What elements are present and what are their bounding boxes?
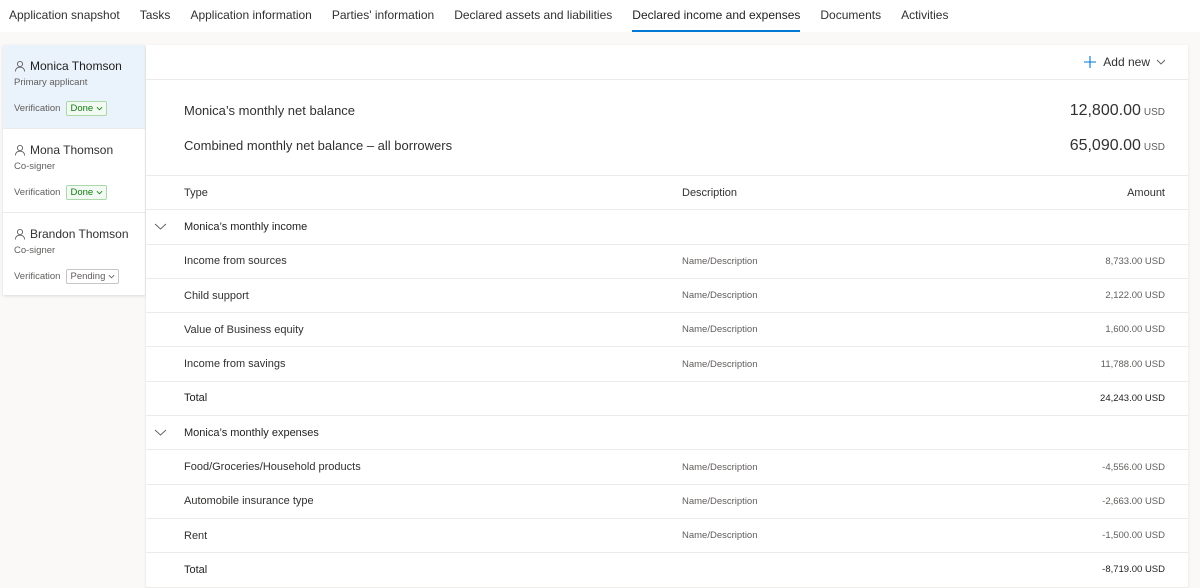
row-description: Name/Description <box>682 290 758 302</box>
row-description: Name/Description <box>682 495 758 507</box>
party-card-monica[interactable]: Monica Thomson Primary applicant Verific… <box>3 45 145 129</box>
column-header-type[interactable]: Type <box>184 187 208 199</box>
party-name: Mona Thomson <box>30 143 114 157</box>
person-icon <box>15 228 25 240</box>
tab-application-information[interactable]: Application information <box>190 0 311 32</box>
table-row[interactable]: Income from savings Name/Description 11,… <box>146 347 1188 382</box>
verification-label: Verification <box>14 187 61 198</box>
total-row-income: Total 24,243.00 USD <box>146 382 1188 417</box>
group-title: Monica’s monthly expenses <box>184 426 319 439</box>
row-amount: 1,600.00 USD <box>1105 324 1165 336</box>
parties-sidebar: Monica Thomson Primary applicant Verific… <box>3 45 145 295</box>
row-type: Value of Business equity <box>184 323 304 336</box>
combined-balance-label: Combined monthly net balance – all borro… <box>184 138 453 153</box>
table-row[interactable]: Rent Name/Description -1,500.00 USD <box>146 519 1188 554</box>
row-amount: -2,663.00 USD <box>1102 495 1165 507</box>
income-expenses-table: Type Description Amount Monica’s monthly… <box>146 176 1188 588</box>
chevron-down-icon[interactable] <box>154 220 167 233</box>
verification-status-dropdown[interactable]: Done <box>66 185 108 200</box>
column-header-description[interactable]: Description <box>682 187 737 199</box>
row-description: Name/Description <box>682 324 758 336</box>
total-label: Total <box>184 563 208 576</box>
party-role: Primary applicant <box>14 77 88 88</box>
tab-application-snapshot[interactable]: Application snapshot <box>9 0 120 32</box>
row-type: Food/Groceries/Household products <box>184 461 361 474</box>
total-amount: 24,243.00 USD <box>1100 392 1165 404</box>
command-bar: Add new <box>146 45 1188 80</box>
net-balance-label: Monica’s monthly net balance <box>184 103 356 118</box>
net-balance-value: 12,800.00 <box>1069 102 1141 119</box>
party-card-mona[interactable]: Mona Thomson Co-signer Verification Done <box>3 129 145 213</box>
row-amount: 11,788.00 USD <box>1100 358 1165 370</box>
tab-parties-information[interactable]: Parties' information <box>332 0 434 32</box>
verification-status: Done <box>70 187 94 198</box>
row-amount: 2,122.00 USD <box>1105 290 1165 302</box>
row-description: Name/Description <box>682 530 758 542</box>
row-type: Income from sources <box>184 255 287 268</box>
tab-declared-assets-liabilities[interactable]: Declared assets and liabilities <box>454 0 612 32</box>
table-row[interactable]: Income from sources Name/Description 8,7… <box>146 245 1188 279</box>
table-row[interactable]: Child support Name/Description 2,122.00 … <box>146 279 1188 314</box>
tab-documents[interactable]: Documents <box>820 0 881 32</box>
row-description: Name/Description <box>682 255 758 267</box>
tab-tasks[interactable]: Tasks <box>140 0 171 32</box>
tab-activities[interactable]: Activities <box>901 0 948 32</box>
combined-balance-value: 65,090.00 <box>1069 137 1141 154</box>
group-header-income[interactable]: Monica’s monthly income <box>146 210 1188 245</box>
plus-icon <box>1084 56 1097 68</box>
table-row[interactable]: Food/Groceries/Household products Name/D… <box>146 450 1188 485</box>
chevron-down-icon <box>108 274 115 279</box>
net-balance-unit: USD <box>1143 107 1165 118</box>
total-label: Total <box>184 392 208 405</box>
verification-status-dropdown[interactable]: Pending <box>66 269 120 284</box>
table-row[interactable]: Value of Business equity Name/Descriptio… <box>146 313 1188 348</box>
row-type: Child support <box>184 289 249 302</box>
row-type: Rent <box>184 529 208 542</box>
verification-label: Verification <box>14 103 61 114</box>
table-header-row: Type Description Amount <box>146 176 1188 211</box>
tab-declared-income-expenses[interactable]: Declared income and expenses <box>632 0 801 32</box>
group-header-expenses[interactable]: Monica’s monthly expenses <box>146 416 1188 451</box>
party-name: Brandon Thomson <box>30 227 129 241</box>
chevron-down-icon <box>1156 59 1166 65</box>
row-type: Automobile insurance type <box>184 495 314 508</box>
row-amount: -4,556.00 USD <box>1102 461 1165 473</box>
person-icon <box>15 144 25 156</box>
net-balance-summary: Monica’s monthly net balance 12,800.00 US… <box>146 80 1188 176</box>
verification-status: Pending <box>70 271 106 282</box>
add-new-button[interactable]: Add new <box>1083 55 1166 69</box>
combined-balance-unit: USD <box>1143 142 1165 153</box>
person-icon <box>15 60 25 72</box>
group-title: Monica’s monthly income <box>184 220 308 233</box>
tab-bar: Application snapshot Tasks Application i… <box>0 0 1200 32</box>
verification-label: Verification <box>14 271 61 282</box>
total-amount: -8,719.00 USD <box>1102 564 1165 576</box>
income-expenses-panel: Add new Monica’s monthly net balance 12,… <box>146 45 1188 588</box>
row-amount: 8,733.00 USD <box>1105 255 1165 267</box>
chevron-down-icon <box>96 106 103 111</box>
row-description: Name/Description <box>682 461 758 473</box>
party-role: Co-signer <box>14 245 56 256</box>
row-amount: -1,500.00 USD <box>1102 530 1165 542</box>
chevron-down-icon <box>96 190 103 195</box>
party-role: Co-signer <box>14 161 56 172</box>
table-row[interactable]: Automobile insurance type Name/Descripti… <box>146 485 1188 519</box>
party-card-brandon[interactable]: Brandon Thomson Co-signer Verification P… <box>3 213 145 295</box>
party-name: Monica Thomson <box>30 59 122 73</box>
add-new-label: Add new <box>1103 55 1150 69</box>
chevron-down-icon[interactable] <box>154 426 167 439</box>
verification-status: Done <box>70 103 94 114</box>
row-description: Name/Description <box>682 358 758 370</box>
verification-status-dropdown[interactable]: Done <box>66 101 108 116</box>
total-row-expenses: Total -8,719.00 USD <box>146 553 1188 588</box>
column-header-amount[interactable]: Amount <box>1127 187 1165 199</box>
row-type: Income from savings <box>184 358 286 371</box>
